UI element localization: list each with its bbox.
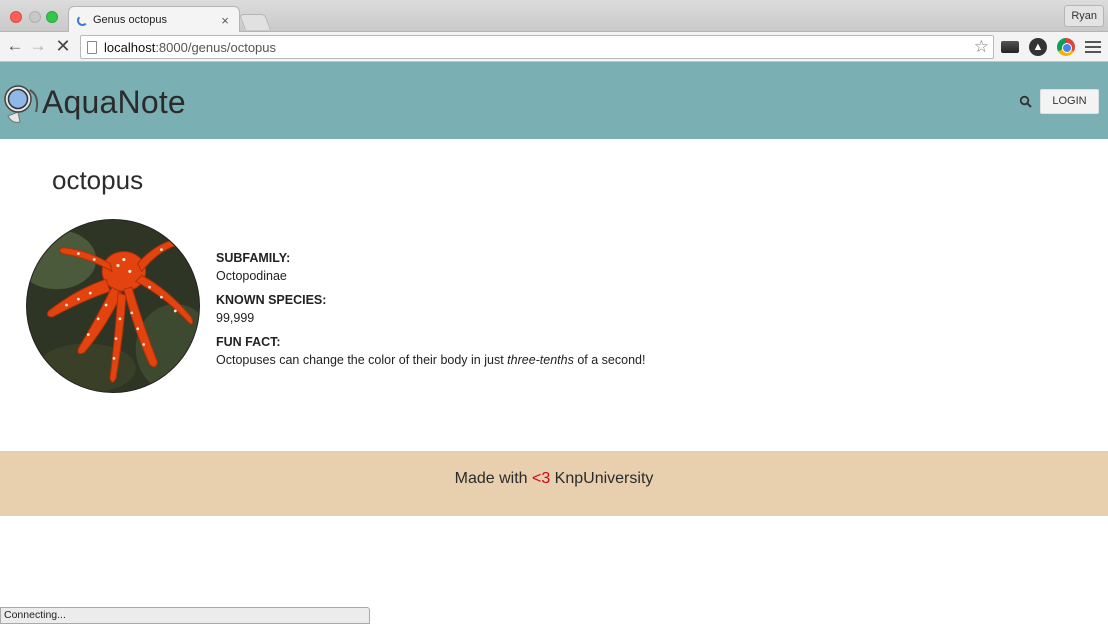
subfamily-label: SUBFAMILY: xyxy=(216,251,291,265)
terminal-extension-icon[interactable] xyxy=(1001,41,1019,53)
fire-extension-icon[interactable]: ▲ xyxy=(1029,38,1047,56)
site-footer: Made with <3 KnpUniversity xyxy=(0,451,1108,516)
bookmark-star-icon[interactable]: ☆ xyxy=(974,37,989,57)
url-path: :8000/genus/octopus xyxy=(155,39,277,55)
close-window-button[interactable] xyxy=(10,11,22,23)
browser-tab[interactable]: Genus octopus × xyxy=(68,6,240,33)
url-host: localhost xyxy=(104,39,156,55)
page-icon xyxy=(87,40,97,54)
status-bubble: Connecting... xyxy=(0,607,370,624)
minimize-window-button[interactable] xyxy=(29,11,41,23)
browser-menu-icon[interactable] xyxy=(1085,38,1101,56)
back-arrow-icon[interactable]: ← xyxy=(5,36,25,56)
browser-toolbar: ← → ✕ localhost:8000/genus/octopus ☆ ▲ xyxy=(0,32,1108,62)
tab-close-icon[interactable]: × xyxy=(219,13,231,28)
login-button[interactable]: LOGIN xyxy=(1040,89,1099,114)
brand-name[interactable]: AquaNote xyxy=(42,84,186,121)
search-icon[interactable] xyxy=(1019,95,1033,109)
zoom-window-button[interactable] xyxy=(46,11,58,23)
known-species-label: KNOWN SPECIES: xyxy=(216,293,327,307)
chrome-extension-icon[interactable] xyxy=(1057,38,1075,56)
footer-knpuniversity: KnpUniversity xyxy=(550,470,654,487)
loading-spinner-icon xyxy=(77,14,88,26)
fun-fact-text-start: Octopuses can change the color of their … xyxy=(216,353,508,367)
fun-fact-emphasis: three-tenths xyxy=(507,353,574,367)
heart-text: <3 xyxy=(531,470,551,487)
browser-titlebar: Genus octopus × Ryan xyxy=(0,0,1108,33)
page-title: octopus xyxy=(52,165,144,195)
aquanote-logo-icon[interactable] xyxy=(2,82,42,124)
address-bar[interactable]: localhost:8000/genus/octopus ☆ xyxy=(80,35,994,59)
profile-button[interactable]: Ryan xyxy=(1064,5,1104,27)
fun-fact-text-end: of a second! xyxy=(573,353,646,367)
fun-fact-label: FUN FACT: xyxy=(216,335,281,349)
genus-details: SUBFAMILY: Octopodinae KNOWN SPECIES: 99… xyxy=(216,251,645,377)
known-species-value: 99,999 xyxy=(216,311,255,325)
stop-loading-icon[interactable]: ✕ xyxy=(53,36,73,56)
octopus-photo xyxy=(26,219,200,393)
footer-credit: Made with <3 KnpUniversity xyxy=(455,470,654,488)
tab-title: Genus octopus xyxy=(93,14,167,26)
forward-arrow-icon[interactable]: → xyxy=(28,36,48,56)
fun-fact-value: Octopuses can change the color of their … xyxy=(216,353,645,367)
new-tab-button[interactable] xyxy=(239,14,271,30)
footer-made-with: Made with xyxy=(454,470,532,487)
subfamily-value: Octopodinae xyxy=(216,269,287,283)
